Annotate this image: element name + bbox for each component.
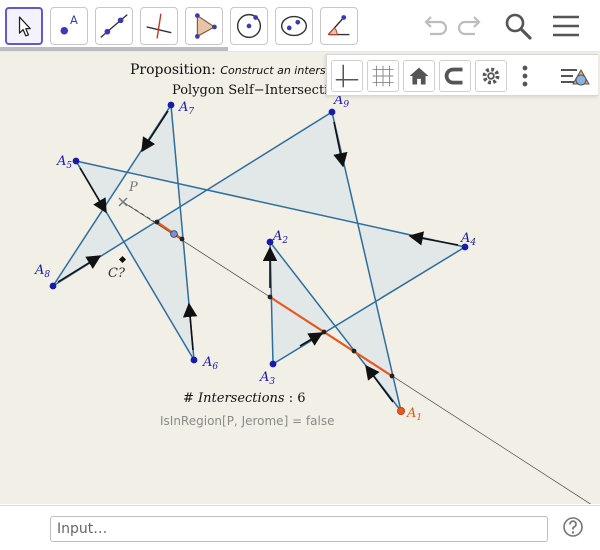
label-a6: A6 [202,355,218,372]
graphics-style-bar [326,54,598,96]
ellipse-icon [280,15,308,37]
label-a1: A1 [406,406,422,423]
polygon-tool-button[interactable] [185,7,223,45]
construction-canvas[interactable]: A1 A2 A3 A4 A5 A6 A7 A8 A9 P C? [0,52,600,504]
point-capturing-icon [444,67,463,85]
angle-icon [327,15,350,36]
intersections-count: : 6 [288,391,306,406]
intersections-count-text[interactable]: # Intersections : 6 [183,391,306,406]
line-through-points-icon [100,14,128,38]
polygon-region[interactable] [53,105,465,411]
standard-view-button[interactable] [403,60,435,92]
circle-tool-button[interactable] [230,7,268,45]
home-icon [409,67,429,85]
main-menu-button[interactable] [550,10,582,42]
polygon-title[interactable]: Polygon Self−Intersection [172,83,326,101]
settings-icon [482,67,500,85]
proposition-label: Proposition: [130,62,216,78]
point-capturing-button[interactable] [439,60,471,92]
perpendicular-line-icon [146,13,172,39]
svg-text:P: P [128,180,138,195]
perpendicular-line-tool-button[interactable] [140,7,178,45]
axes-icon [335,64,359,88]
algebra-input-field[interactable] [50,516,548,542]
toggle-axes-button[interactable] [331,60,363,92]
search-icon [505,13,532,40]
isinregion-text[interactable]: IsInRegion[P, Jerome] = false [160,414,334,428]
undo-icon [424,16,448,36]
graphics-settings-button[interactable] [475,60,507,92]
proposition-text[interactable]: Proposition: Construct an intersect [130,62,326,80]
input-help-button[interactable] [562,516,584,538]
label-a7: A7 [178,100,194,117]
redo-button[interactable] [455,10,487,42]
search-button[interactable] [502,10,534,42]
menu-icon [553,15,579,37]
svg-text:C?: C? [108,266,126,281]
help-icon [563,517,583,537]
arrow-cursor-icon [18,16,31,37]
ellipse-tool-button[interactable] [275,7,313,45]
toolbar-scroll-indicator [0,47,228,51]
line-tool-button[interactable] [95,7,133,45]
proposition-body: Construct an intersect [220,64,326,77]
toolbar: A [0,0,600,52]
point-tool-button[interactable]: A [50,7,88,45]
graphics-view[interactable]: A1 A2 A3 A4 A5 A6 A7 A8 A9 P C? [0,52,600,504]
label-a2: A2 [272,229,288,246]
toggle-grid-button[interactable] [367,60,399,92]
svg-text:A: A [70,13,78,27]
input-bar [0,505,600,550]
angle-tool-button[interactable] [320,7,358,45]
redo-icon [457,16,481,36]
polygon-icon [195,13,217,39]
label-a5: A5 [56,154,72,171]
grid-icon [372,65,394,87]
point-icon: A [60,13,78,35]
undo-button[interactable] [418,10,450,42]
algebra-view-toggle-icon [561,68,590,86]
algebra-view-toggle[interactable] [557,60,593,92]
more-options-button[interactable] [515,60,535,92]
circle-center-point-icon [236,13,262,39]
move-tool-button[interactable] [5,7,43,45]
label-a3: A3 [259,370,275,387]
label-a4: A4 [460,231,476,248]
more-vertical-icon [522,65,528,87]
intersections-label: # Intersections [183,391,285,406]
label-a8: A8 [34,263,50,280]
point-p[interactable]: P [118,180,138,207]
point-c[interactable]: C? [108,255,127,281]
